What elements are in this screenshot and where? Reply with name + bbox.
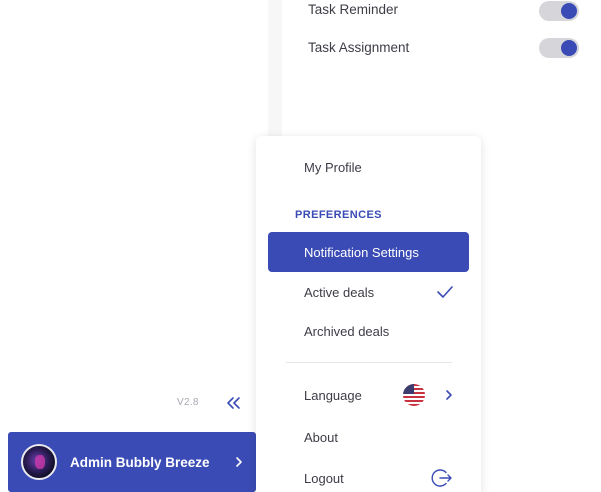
- task-reminder-toggle[interactable]: [539, 1, 579, 21]
- profile-dropdown-menu: My Profile PREFERENCES Notification Sett…: [256, 136, 481, 492]
- menu-divider: [286, 362, 452, 363]
- menu-item-about[interactable]: About: [256, 417, 481, 457]
- menu-item-notification-settings[interactable]: Notification Settings: [268, 232, 469, 272]
- toggle-knob: [561, 40, 577, 56]
- collapse-sidebar-button[interactable]: [224, 393, 244, 413]
- task-assignment-toggle[interactable]: [539, 38, 579, 58]
- menu-item-archived-deals[interactable]: Archived deals: [256, 311, 481, 351]
- menu-item-active-deals[interactable]: Active deals: [256, 272, 481, 312]
- menu-item-label: Language: [304, 387, 362, 403]
- logout-icon: [431, 469, 452, 487]
- us-flag-icon: [403, 384, 425, 406]
- avatar: [21, 444, 57, 480]
- chevron-right-icon: [236, 457, 242, 467]
- chevron-right-icon: [446, 390, 452, 400]
- toggle-knob: [561, 3, 577, 19]
- preferences-heading: PREFERENCES: [295, 209, 382, 221]
- menu-item-language[interactable]: Language: [256, 375, 481, 415]
- check-icon: [437, 286, 453, 298]
- task-reminder-label: Task Reminder: [308, 2, 399, 17]
- user-profile-card[interactable]: Admin Bubbly Breeze: [8, 432, 256, 492]
- double-chevron-left-icon: [227, 397, 240, 409]
- menu-item-my-profile[interactable]: My Profile: [256, 147, 481, 187]
- menu-item-label: My Profile: [304, 159, 362, 175]
- menu-item-label: Active deals: [304, 284, 375, 300]
- sidebar: V2.8 Admin Bubbly Breeze: [0, 0, 268, 492]
- task-assignment-label: Task Assignment: [308, 40, 410, 55]
- user-name: Admin Bubbly Breeze: [70, 454, 210, 470]
- menu-item-label: Notification Settings: [304, 244, 419, 260]
- menu-item-label: Logout: [304, 470, 344, 486]
- menu-item-logout[interactable]: Logout: [256, 458, 481, 492]
- version-label: V2.8: [177, 397, 199, 408]
- menu-item-label: About: [304, 429, 338, 445]
- menu-item-label: Archived deals: [304, 323, 390, 339]
